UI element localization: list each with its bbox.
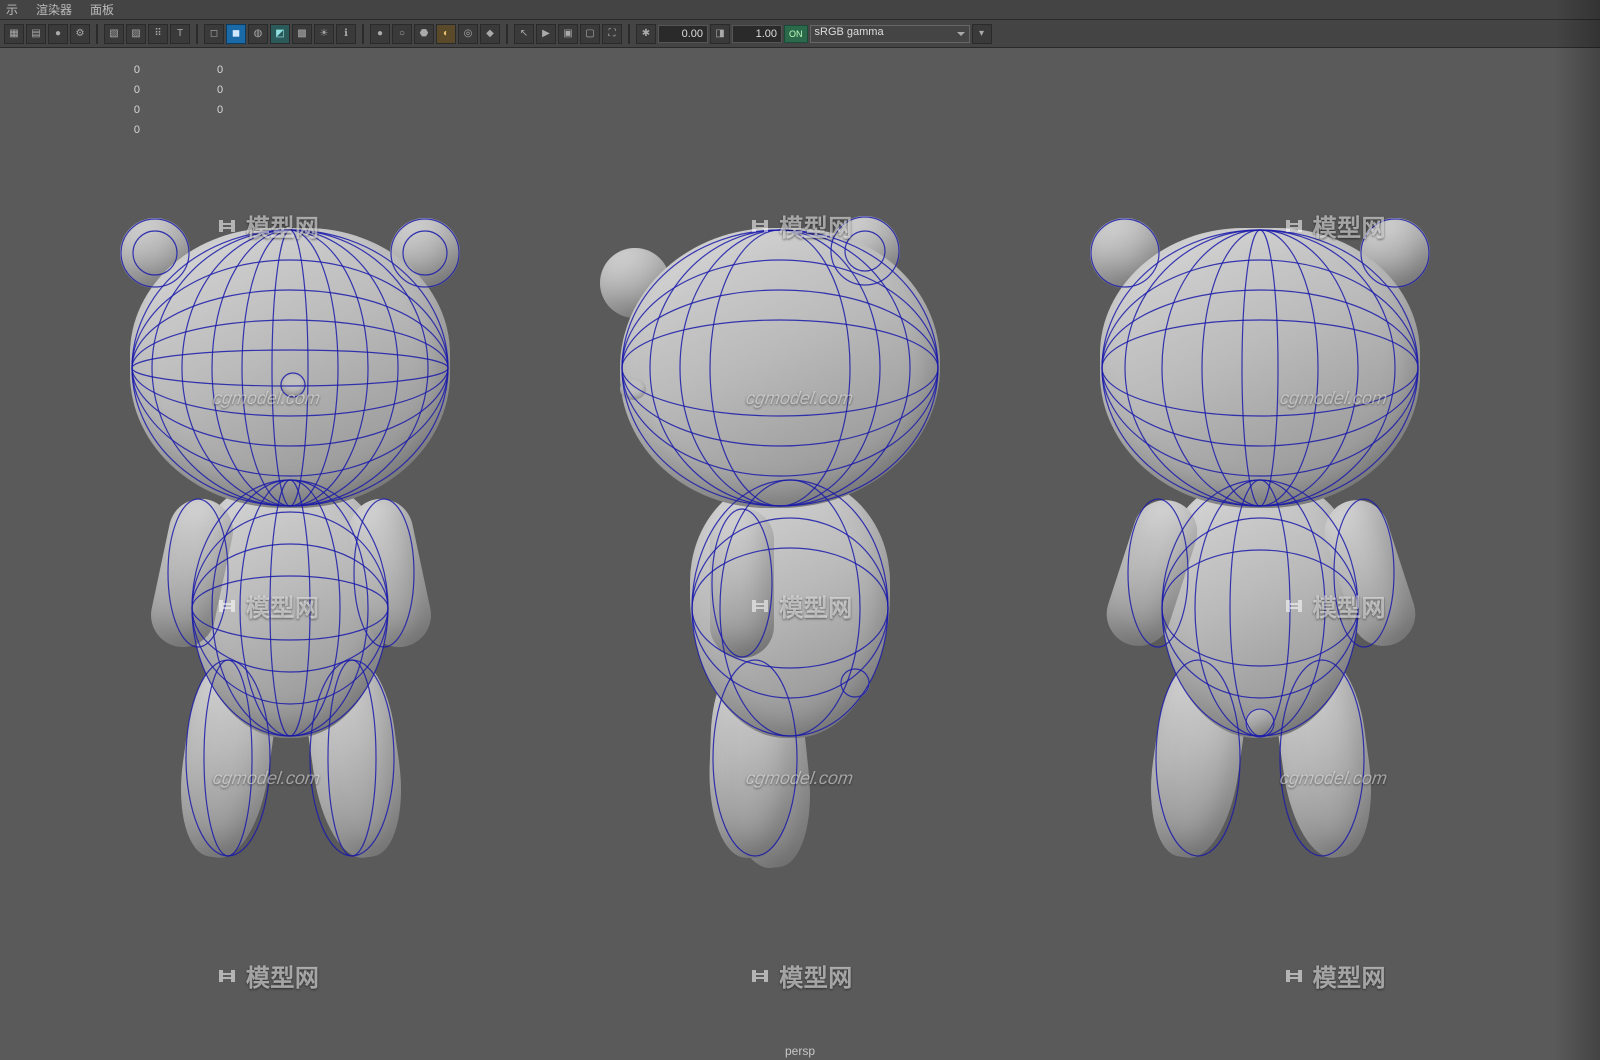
viewport-menubar: 示 渲染器 面板 [0, 0, 1600, 20]
gamma-field[interactable] [732, 25, 782, 43]
iso1-icon[interactable]: ▣ [558, 24, 578, 44]
tag-icon[interactable]: ▶ [536, 24, 556, 44]
exposure-field[interactable] [658, 25, 708, 43]
grid-icon[interactable]: ▦ [4, 24, 24, 44]
sun-icon[interactable]: ☀ [314, 24, 334, 44]
dot-icon[interactable]: ● [48, 24, 68, 44]
toolbar-separator [506, 24, 508, 44]
toolbar-separator [628, 24, 630, 44]
sphere-icon[interactable]: ● [370, 24, 390, 44]
camera-label: persp [0, 1044, 1600, 1060]
menu-display[interactable]: 示 [6, 1, 18, 18]
right-panel-shadow [1554, 0, 1600, 1060]
arrow-icon[interactable]: ↖ [514, 24, 534, 44]
bear-head [1100, 228, 1420, 508]
blur-icon[interactable]: ◎ [458, 24, 478, 44]
bear-head [130, 228, 450, 508]
aa-icon[interactable]: ◆ [480, 24, 500, 44]
dots-icon[interactable]: ⠿ [148, 24, 168, 44]
bear-model-back[interactable] [1050, 228, 1480, 908]
scene-geometry [0, 48, 1600, 1060]
bear-arm [710, 508, 774, 658]
bear-model-side[interactable] [560, 228, 990, 908]
menu-renderer[interactable]: 渲染器 [36, 1, 72, 18]
bear-head [620, 228, 940, 508]
cube-outline-icon[interactable]: ◻ [204, 24, 224, 44]
view-transform-select[interactable]: sRGB gamma [810, 25, 970, 43]
cube-wire-icon[interactable]: ◩ [270, 24, 290, 44]
quad-icon[interactable]: ▧ [104, 24, 124, 44]
bear-nose [280, 374, 306, 396]
exposure-reset-icon[interactable]: ✱ [636, 24, 656, 44]
toolbar-separator [96, 24, 98, 44]
quad2-icon[interactable]: ▨ [126, 24, 146, 44]
brush-icon[interactable]: ℹ [336, 24, 356, 44]
toolbar-separator [196, 24, 198, 44]
menu-panels[interactable]: 面板 [90, 1, 114, 18]
gear-icon[interactable]: ⚙ [70, 24, 90, 44]
bear-model-front[interactable] [80, 228, 510, 908]
type-icon[interactable]: T [170, 24, 190, 44]
light-icon[interactable]: ◍ [248, 24, 268, 44]
bear-nose [620, 378, 646, 400]
viewport-panel[interactable]: 0 0 0 0 0 0 0 [0, 48, 1600, 1060]
color-mgmt-toggle[interactable]: ON [784, 25, 808, 43]
iso2-icon[interactable]: ▢ [580, 24, 600, 44]
toolbar-separator [362, 24, 364, 44]
bolt-icon[interactable]: ⬣ [414, 24, 434, 44]
grid2-icon[interactable]: ▤ [26, 24, 46, 44]
ao-icon[interactable]: ◐ [436, 24, 456, 44]
expand-icon[interactable]: ⛶ [602, 24, 622, 44]
viewport-toolbar: ▦ ▤ ● ⚙ ▧ ▨ ⠿ T ◻ ◼ ◍ ◩ ▩ ☀ ℹ ● ○ ⬣ ◐ ◎ … [0, 20, 1600, 48]
chevron-down-icon[interactable]: ▾ [972, 24, 992, 44]
circle-icon[interactable]: ○ [392, 24, 412, 44]
checker-icon[interactable]: ▩ [292, 24, 312, 44]
cube-shaded-icon[interactable]: ◼ [226, 24, 246, 44]
bear-tail [1245, 708, 1275, 738]
gamma-reset-icon[interactable]: ◨ [710, 24, 730, 44]
